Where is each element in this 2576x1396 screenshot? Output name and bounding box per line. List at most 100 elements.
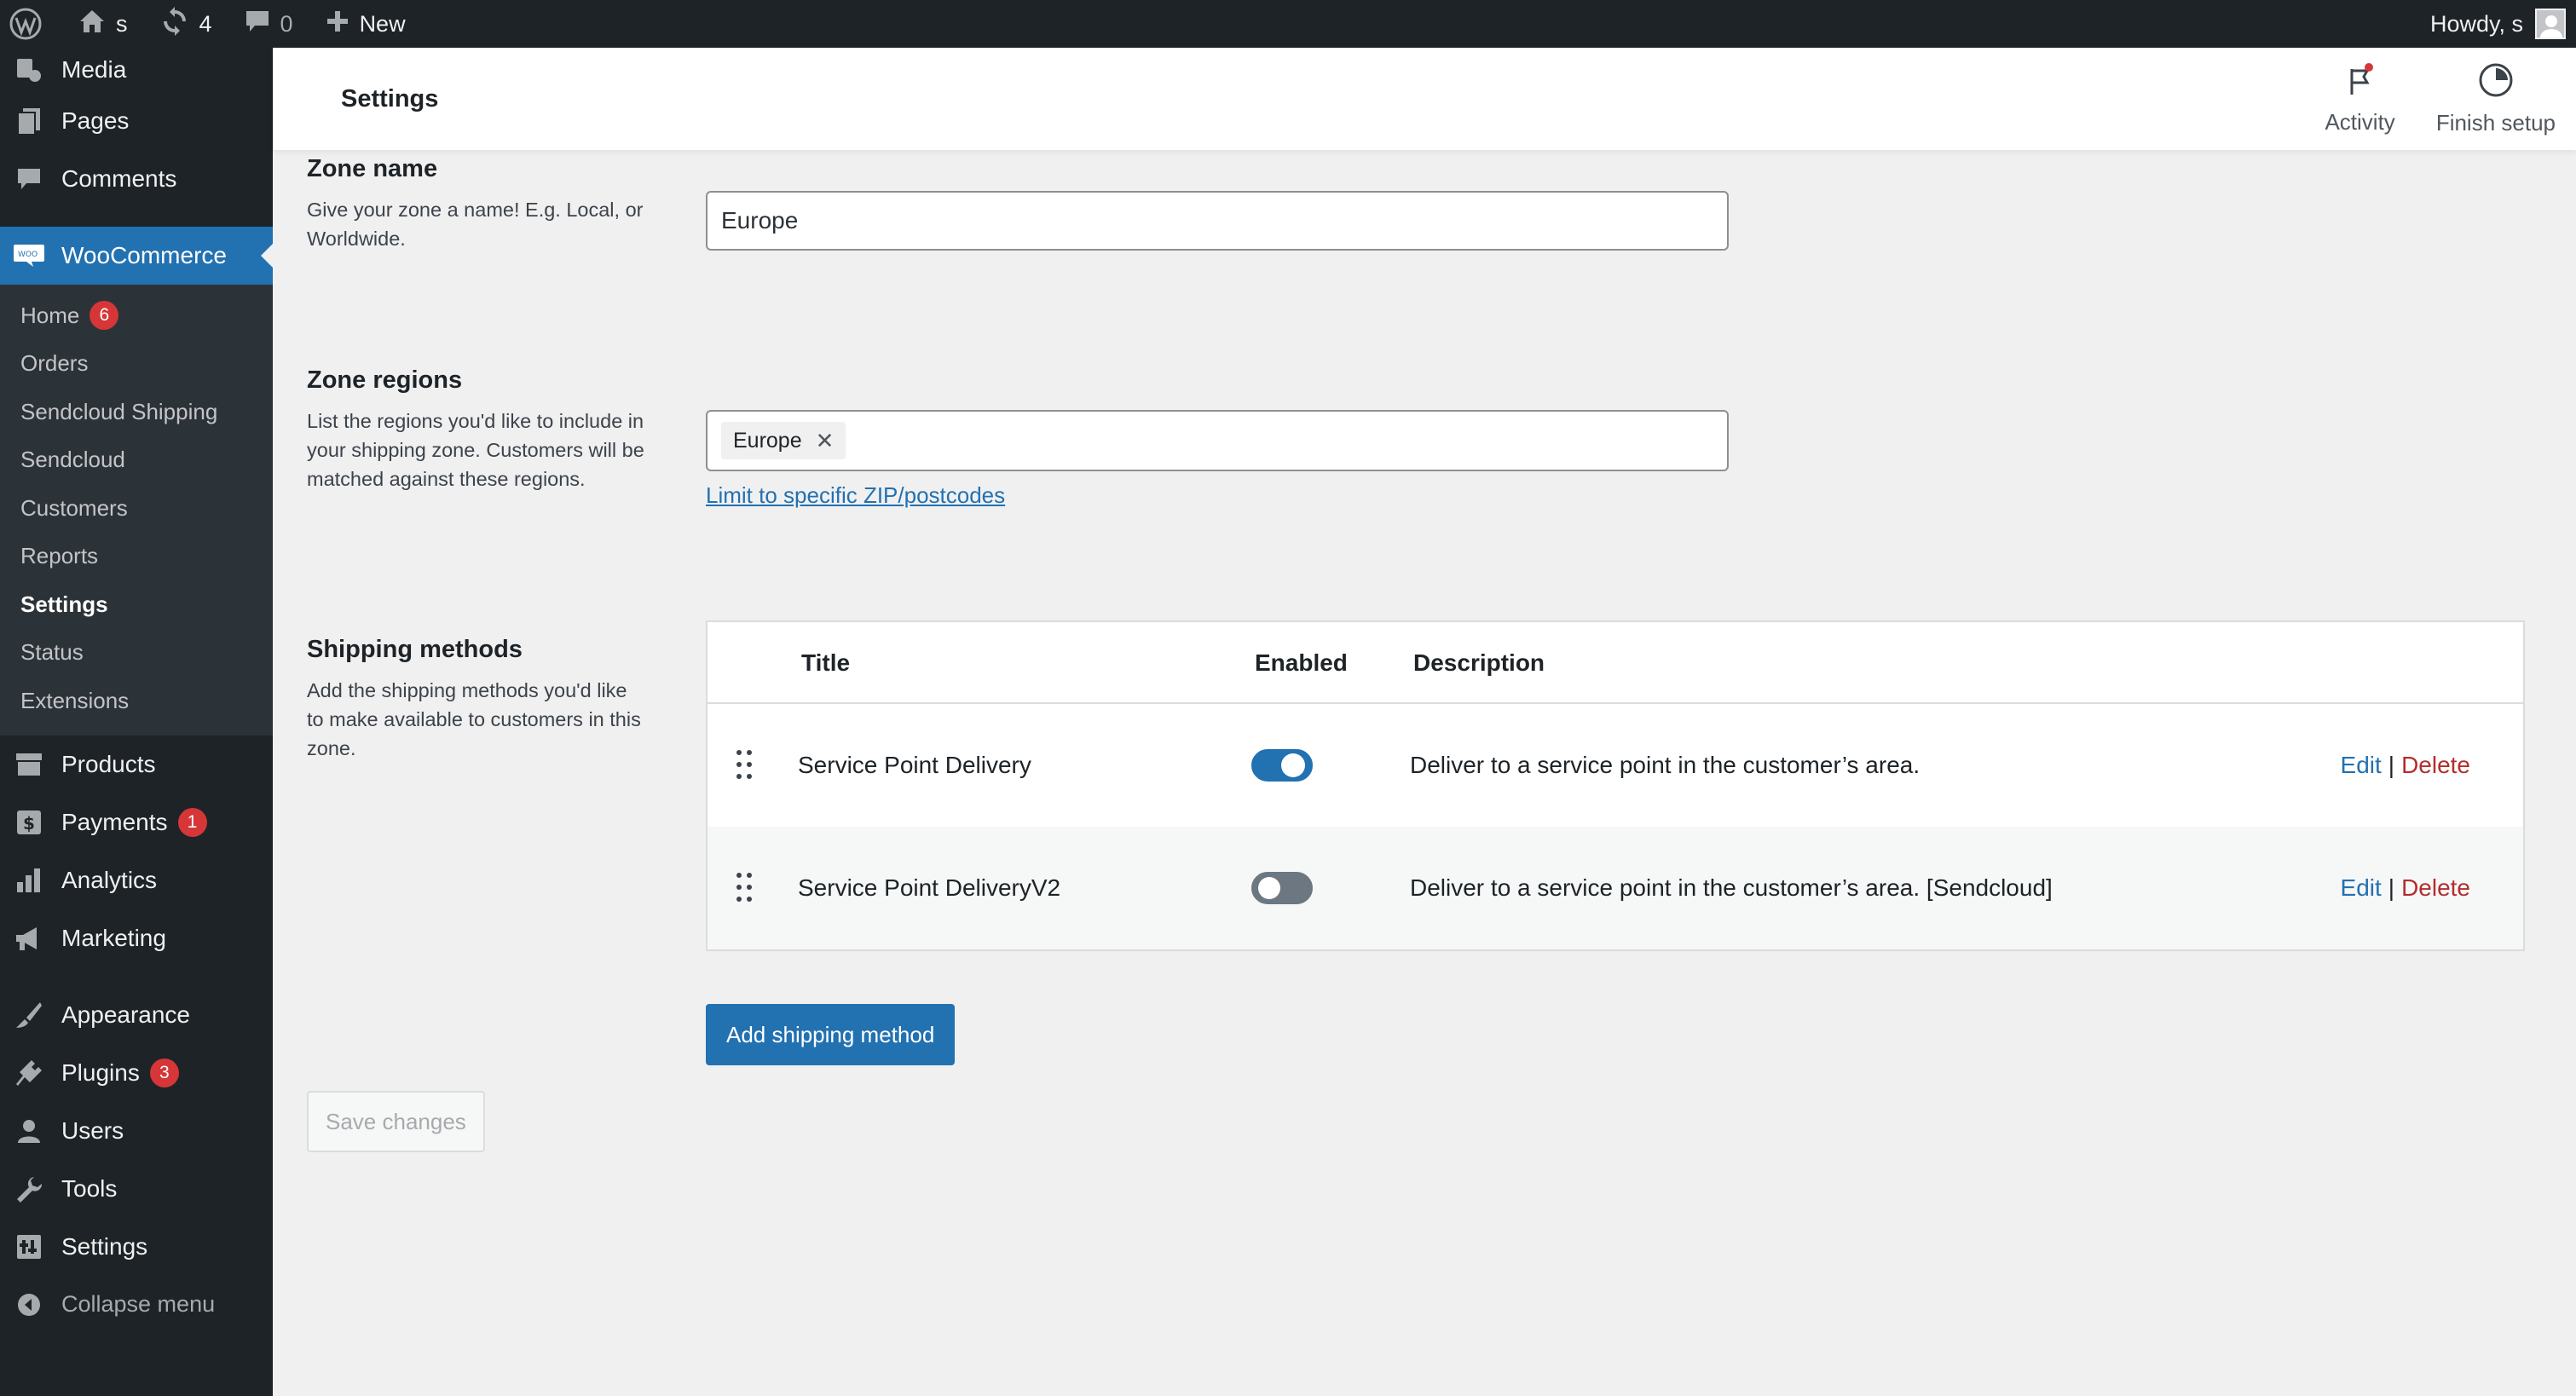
column-description: Description bbox=[1413, 649, 1545, 676]
submenu-label: Home bbox=[20, 302, 80, 328]
sidebar-item-media[interactable]: Media bbox=[0, 48, 273, 92]
drag-handle-icon[interactable] bbox=[736, 873, 754, 903]
activity-label: Activity bbox=[2325, 109, 2395, 135]
collapse-icon bbox=[12, 1288, 46, 1322]
my-account[interactable]: Howdy, s bbox=[2430, 9, 2576, 39]
settings-icon bbox=[12, 1230, 46, 1264]
comments-link[interactable]: 0 bbox=[234, 0, 303, 48]
home-badge: 6 bbox=[90, 301, 119, 331]
zone-regions-section: Zone regions List the regions you'd like… bbox=[307, 366, 648, 493]
sidebar-item-settings[interactable]: Settings bbox=[0, 1218, 273, 1276]
row-actions: Edit | Delete bbox=[2341, 752, 2470, 779]
sidebar-item-label: Pages bbox=[61, 107, 130, 134]
sidebar-item-users[interactable]: Users bbox=[0, 1102, 273, 1160]
sidebar-item-label: Products bbox=[61, 750, 156, 777]
sidebar-item-label: Tools bbox=[61, 1174, 118, 1202]
edit-link[interactable]: Edit bbox=[2341, 874, 2382, 901]
collapse-label: Collapse menu bbox=[61, 1291, 216, 1317]
sidebar-item-label: Comments bbox=[61, 165, 177, 192]
collapse-menu-button[interactable]: Collapse menu bbox=[0, 1276, 273, 1334]
updates-link[interactable]: 4 bbox=[150, 0, 222, 48]
table-row: Service Point Delivery Deliver to a serv… bbox=[708, 704, 2523, 827]
method-description: Deliver to a service point in the custom… bbox=[1410, 752, 1920, 778]
edit-link[interactable]: Edit bbox=[2341, 752, 2382, 778]
sidebar-item-label: Users bbox=[61, 1116, 124, 1144]
method-description: Deliver to a service point in the custom… bbox=[1410, 874, 2053, 901]
woocommerce-submenu: Home 6 Orders Sendcloud Shipping Sendclou… bbox=[0, 285, 273, 735]
admin-bar: s 4 0 New Howdy, s bbox=[0, 0, 2576, 48]
admin-sidebar: Media Pages Comments WOO WooCommerce Hom… bbox=[0, 48, 273, 1396]
zone-regions-help: List the regions you'd like to include i… bbox=[307, 410, 644, 490]
marketing-icon bbox=[12, 921, 46, 955]
add-shipping-method-button[interactable]: Add shipping method bbox=[706, 1004, 956, 1065]
column-title: Title bbox=[801, 649, 851, 676]
finish-setup-button[interactable]: Finish setup bbox=[2416, 48, 2576, 150]
toggle-knob bbox=[1281, 753, 1305, 777]
region-chip: Europe ✕ bbox=[721, 422, 846, 459]
submenu-item-orders[interactable]: Orders bbox=[0, 340, 273, 389]
comments-icon bbox=[12, 162, 46, 196]
comments-count: 0 bbox=[280, 10, 293, 37]
sidebar-item-plugins[interactable]: Plugins 3 bbox=[0, 1044, 273, 1102]
activity-button[interactable]: Activity bbox=[2304, 48, 2415, 150]
drag-handle-icon[interactable] bbox=[736, 750, 754, 781]
site-name-link[interactable]: s bbox=[68, 0, 138, 48]
submenu-item-settings[interactable]: Settings bbox=[0, 580, 273, 629]
shipping-methods-help: Add the shipping methods you'd like to m… bbox=[307, 679, 641, 759]
sidebar-item-comments[interactable]: Comments bbox=[0, 150, 273, 208]
woocommerce-header: Settings Activity Finish setup bbox=[273, 48, 2576, 150]
zone-name-section: Zone name Give your zone a name! E.g. Lo… bbox=[307, 155, 648, 253]
sidebar-item-products[interactable]: Products bbox=[0, 735, 273, 793]
zone-name-heading: Zone name bbox=[307, 155, 438, 182]
delete-link[interactable]: Delete bbox=[2401, 752, 2470, 778]
plus-icon bbox=[326, 9, 349, 39]
sidebar-item-label: Analytics bbox=[61, 866, 158, 893]
updates-icon bbox=[160, 6, 189, 42]
submenu-item-sendcloud-shipping[interactable]: Sendcloud Shipping bbox=[0, 388, 273, 436]
sidebar-item-marketing[interactable]: Marketing bbox=[0, 909, 273, 967]
sidebar-item-tools[interactable]: Tools bbox=[0, 1160, 273, 1218]
method-title: Service Point DeliveryV2 bbox=[798, 874, 1061, 901]
limit-postcodes-link[interactable]: Limit to specific ZIP/postcodes bbox=[706, 482, 1005, 509]
new-content-link[interactable]: New bbox=[315, 0, 416, 48]
submenu-item-customers[interactable]: Customers bbox=[0, 484, 273, 533]
delete-link[interactable]: Delete bbox=[2401, 874, 2470, 901]
sidebar-item-analytics[interactable]: Analytics bbox=[0, 851, 273, 909]
new-label: New bbox=[359, 10, 406, 37]
zone-name-input[interactable]: Europe bbox=[706, 191, 1729, 251]
svg-text:$: $ bbox=[23, 813, 35, 834]
table-header: Title Enabled Description bbox=[708, 622, 2523, 704]
sidebar-item-label: Marketing bbox=[61, 924, 166, 951]
remove-region-icon[interactable]: ✕ bbox=[816, 428, 835, 454]
tools-icon bbox=[12, 1172, 46, 1206]
submenu-item-extensions[interactable]: Extensions bbox=[0, 677, 273, 725]
payments-badge: 1 bbox=[177, 807, 207, 837]
submenu-item-reports[interactable]: Reports bbox=[0, 533, 273, 581]
wordpress-logo-icon[interactable] bbox=[0, 0, 53, 48]
home-icon bbox=[78, 9, 106, 40]
submenu-item-home[interactable]: Home 6 bbox=[0, 291, 273, 340]
region-chip-label: Europe bbox=[733, 428, 802, 453]
sidebar-item-pages[interactable]: Pages bbox=[0, 92, 273, 150]
updates-count: 4 bbox=[199, 10, 212, 37]
header-actions: Activity Finish setup bbox=[2304, 48, 2576, 150]
enabled-toggle[interactable] bbox=[1251, 749, 1313, 782]
avatar bbox=[2535, 9, 2566, 39]
row-actions: Edit | Delete bbox=[2341, 874, 2470, 902]
sidebar-item-appearance[interactable]: Appearance bbox=[0, 986, 273, 1044]
sidebar-item-payments[interactable]: $ Payments 1 bbox=[0, 793, 273, 851]
shipping-methods-heading: Shipping methods bbox=[307, 636, 523, 663]
column-enabled: Enabled bbox=[1255, 649, 1348, 676]
zone-regions-select[interactable]: Europe ✕ bbox=[706, 410, 1729, 471]
pages-icon bbox=[12, 104, 46, 138]
submenu-item-sendcloud[interactable]: Sendcloud bbox=[0, 436, 273, 485]
zone-regions-heading: Zone regions bbox=[307, 366, 463, 394]
plugins-icon bbox=[12, 1056, 46, 1090]
sidebar-item-woocommerce[interactable]: WOO WooCommerce bbox=[0, 227, 273, 285]
submenu-item-status[interactable]: Status bbox=[0, 629, 273, 678]
sidebar-item-label: Appearance bbox=[61, 1001, 191, 1028]
enabled-toggle[interactable] bbox=[1251, 872, 1313, 904]
save-changes-button[interactable]: Save changes bbox=[307, 1091, 485, 1152]
products-icon bbox=[12, 747, 46, 782]
analytics-icon bbox=[12, 863, 46, 897]
